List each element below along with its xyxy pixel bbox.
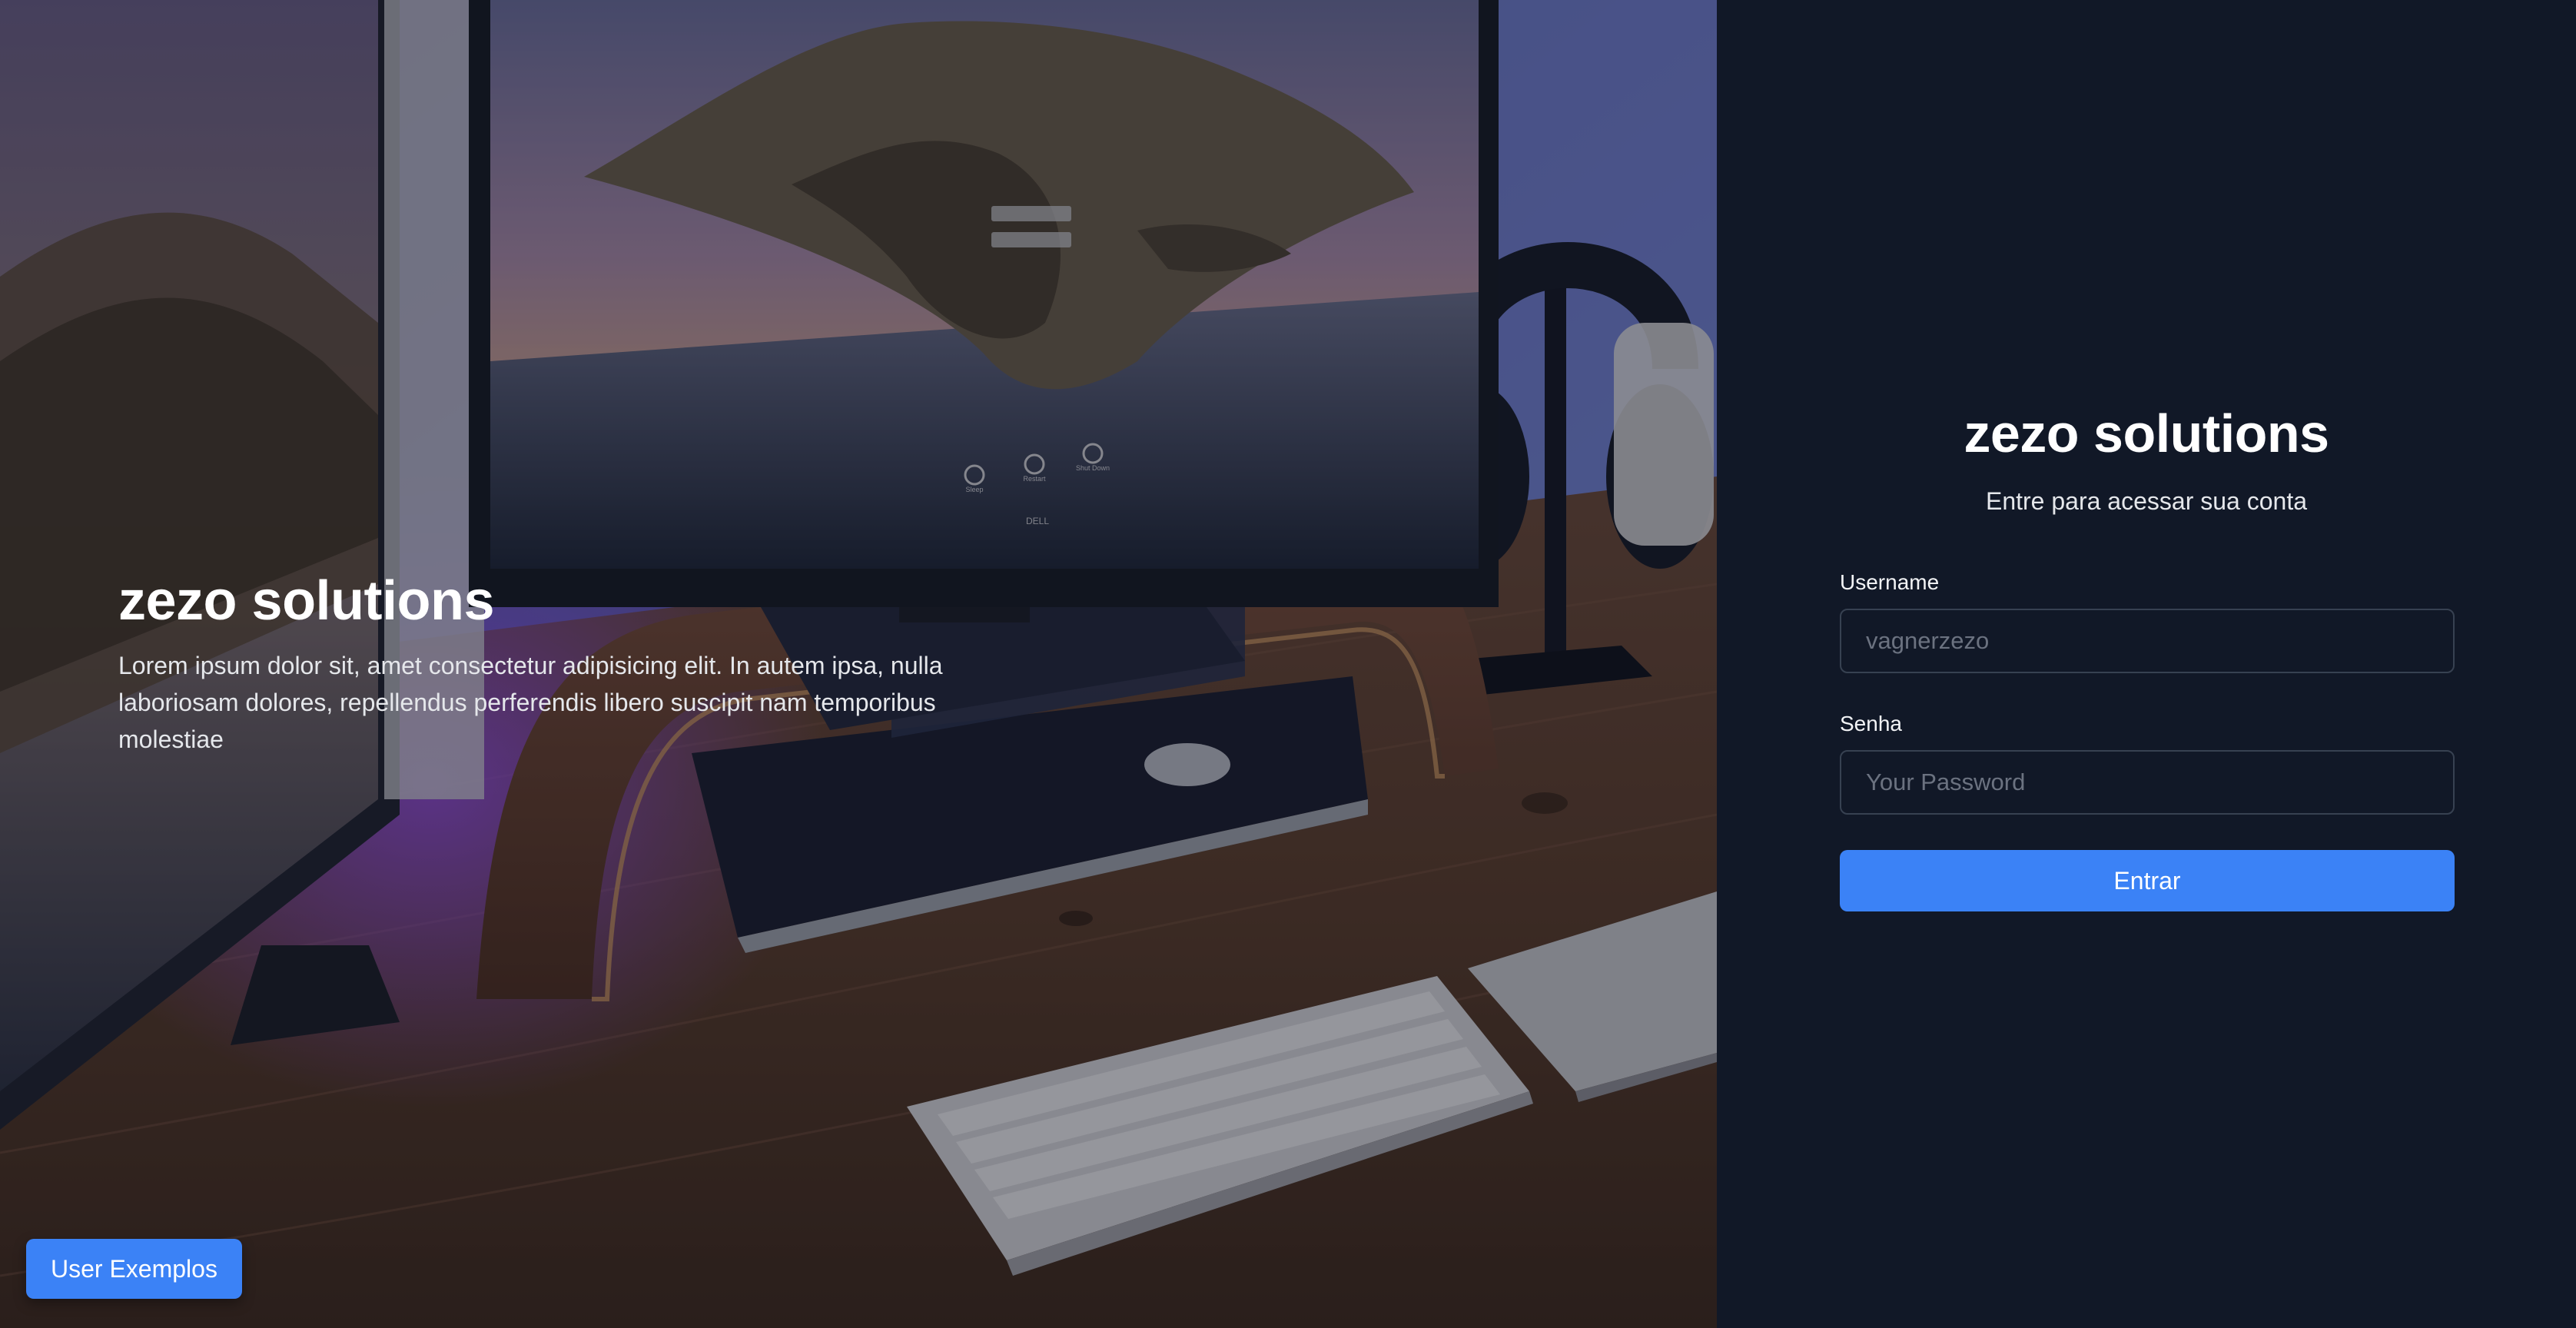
login-subtitle: Entre para acessar sua conta	[1985, 487, 2307, 515]
password-field-group: Senha	[1840, 712, 2455, 815]
login-title: zezo solutions	[1964, 403, 2329, 463]
hero-description: Lorem ipsum dolor sit, amet consectetur …	[118, 652, 943, 753]
hero-section: Sleep Restart Shut Down DELL zezo soluti…	[0, 0, 1717, 1328]
user-examples-button[interactable]: User Exemplos	[26, 1239, 242, 1299]
username-input[interactable]	[1840, 609, 2455, 673]
username-label: Username	[1840, 570, 1940, 594]
username-field-group: Username	[1840, 570, 2455, 673]
password-label: Senha	[1840, 712, 1902, 735]
hero-text-block: zezo solutions Lorem ipsum dolor sit, am…	[118, 567, 994, 758]
login-form: Username Senha Entrar	[1840, 570, 2455, 911]
login-panel: zezo solutions Entre para acessar sua co…	[1717, 0, 2576, 1328]
login-submit-button[interactable]: Entrar	[1840, 850, 2455, 911]
password-input[interactable]	[1840, 750, 2455, 815]
hero-title: zezo solutions	[118, 570, 495, 632]
login-page: Sleep Restart Shut Down DELL zezo soluti…	[0, 0, 2576, 1328]
